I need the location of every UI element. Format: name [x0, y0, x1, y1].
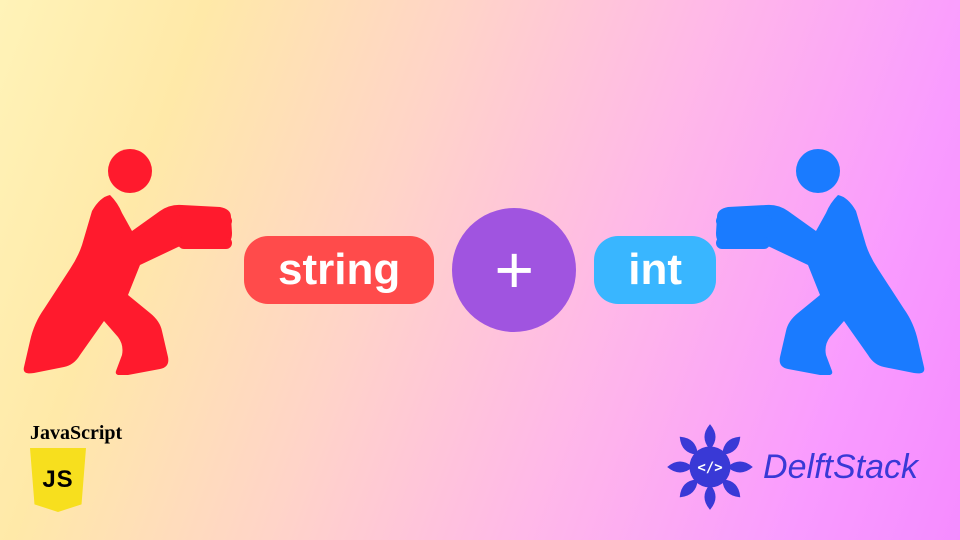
- svg-text:</>: </>: [697, 460, 722, 476]
- operator-circle: +: [452, 208, 576, 332]
- javascript-logo: JavaScript JS: [30, 422, 122, 512]
- mandala-icon: </>: [665, 422, 755, 512]
- string-capsule: string: [244, 236, 434, 304]
- diagram-stage: string + int: [0, 155, 960, 385]
- delftstack-brandname: DelftStack: [763, 448, 918, 487]
- string-label: string: [278, 248, 400, 292]
- int-capsule: int: [594, 236, 716, 304]
- js-shield-icon: JS: [30, 448, 86, 512]
- plus-icon: +: [494, 236, 534, 304]
- delftstack-logo: </> DelftStack: [665, 422, 918, 512]
- javascript-label: JavaScript: [30, 422, 122, 445]
- int-label: int: [628, 248, 682, 292]
